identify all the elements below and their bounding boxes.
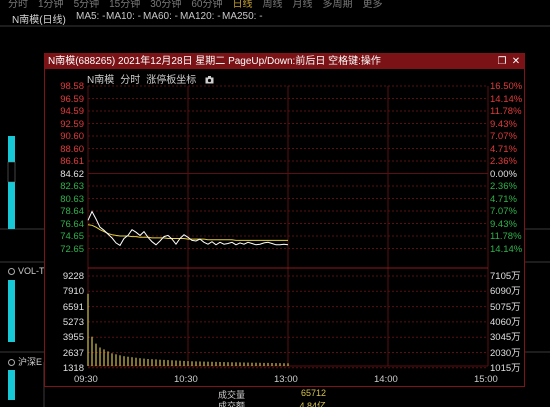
time-tick: 14:00: [374, 374, 398, 385]
turnover-tick-right: 3045万: [490, 332, 521, 344]
turnover-tick-right: 4060万: [490, 316, 521, 328]
price-tick-left: 82.63: [60, 181, 84, 192]
price-tick-left: 88.60: [60, 143, 84, 155]
turnover-tick-right: 7105万: [490, 271, 521, 282]
volume-tick-left: 1318: [62, 362, 84, 374]
volume-tick-left: 5273: [62, 316, 84, 328]
pct-tick-right: 7.07%: [490, 206, 517, 217]
price-tick-left: 92.59: [60, 118, 84, 130]
price-tick-left: 86.61: [60, 156, 84, 167]
price-tick-left: 96.59: [60, 93, 84, 105]
price-tick-left: 76.64: [60, 218, 84, 230]
pct-tick-right: 16.50%: [490, 81, 523, 92]
pct-tick-right: 14.14%: [490, 243, 523, 255]
pct-tick-right: 14.14%: [490, 93, 523, 105]
price-tick-left: 72.65: [60, 243, 84, 255]
pct-tick-right: 4.71%: [490, 193, 517, 205]
pct-tick-right: 9.43%: [490, 118, 517, 130]
price-tick-left: 94.59: [60, 106, 84, 117]
price-tick-left: 84.62: [60, 168, 84, 180]
turnover-tick-right: 6090万: [490, 286, 521, 298]
pct-tick-right: 2.36%: [490, 181, 517, 192]
pct-tick-right: 11.78%: [490, 231, 522, 242]
turnover-tick-right: 5075万: [490, 301, 521, 313]
price-tick-left: 78.64: [60, 206, 84, 217]
turnover-tick-right: 2030万: [490, 347, 521, 359]
price-tick-left: 74.65: [60, 231, 84, 242]
volume-tick-left: 2637: [62, 347, 84, 359]
pct-tick-right: 2.36%: [490, 156, 517, 167]
volume-tick-left: 7910: [62, 286, 84, 298]
price-tick-left: 98.58: [60, 81, 84, 92]
time-tick: 09:30: [74, 374, 98, 385]
pct-tick-right: 11.78%: [490, 106, 522, 117]
time-tick: 13:00: [274, 374, 298, 385]
time-tick: 10:30: [174, 374, 198, 385]
price-tick-left: 80.63: [60, 193, 84, 205]
volume-tick-left: 3955: [62, 332, 84, 344]
volume-tick-left: 9228: [62, 271, 84, 282]
price-tick-left: 90.60: [60, 131, 84, 142]
pct-tick-right: 4.71%: [490, 143, 517, 155]
volume-tick-left: 6591: [62, 301, 84, 313]
pct-tick-right: 9.43%: [490, 218, 517, 230]
pct-tick-right: 0.00%: [490, 168, 517, 180]
time-tick: 15:00: [474, 374, 498, 385]
pct-tick-right: 7.07%: [490, 131, 517, 142]
turnover-tick-right: 1015万: [490, 362, 521, 374]
